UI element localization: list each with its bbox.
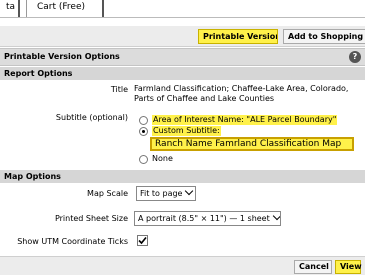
utm-checkbox[interactable] [137,235,148,246]
report-options-label: Report Options [4,69,73,78]
toolbar: Printable Version Add to Shopping C [0,26,365,47]
checkmark-icon [138,236,147,245]
map-options-label: Map Options [4,172,61,181]
chevron-down-icon [272,212,280,221]
map-options-header: Map Options [0,170,365,183]
help-icon[interactable]: ? [349,51,361,63]
tab-cart[interactable]: Cart (Free) [26,0,104,17]
subtitle-aoi-radio[interactable] [139,116,148,125]
map-scale-value: Fit to page [140,189,183,198]
map-scale-label: Map Scale [87,189,128,198]
dialog-title: Printable Version Options [4,52,120,61]
chevron-down-icon [185,187,194,196]
title-value: Farmland Classification; Chaffee-Lake Ar… [134,84,349,103]
add-to-shopping-cart-button[interactable]: Add to Shopping C [283,29,365,44]
subtitle-custom-label: Custom Subtitle: [152,126,221,136]
sheet-size-value: A portrait (8.5" × 11") — 1 sheet [138,214,270,223]
title-label: Title [110,85,128,94]
view-button[interactable]: View [335,260,362,274]
utm-label: Show UTM Coordinate Ticks [17,237,128,246]
dialog-footer: Cancel View [0,256,365,275]
custom-subtitle-input[interactable]: Ranch Name Famrland Classification Map [150,137,354,151]
subtitle-none-radio[interactable] [139,155,148,164]
subtitle-aoi-label: Area of Interest Name: "ALE Parcel Bound… [152,115,338,125]
sheet-size-select[interactable]: A portrait (8.5" × 11") — 1 sheet [134,211,281,226]
sheet-size-label: Printed Sheet Size [54,214,128,223]
tab-data[interactable]: ta [0,0,20,17]
map-scale-select[interactable]: Fit to page [136,186,196,201]
report-options-header: Report Options [0,67,365,80]
cancel-button[interactable]: Cancel [294,260,332,274]
dialog-title-bar: Printable Version Options ? [0,48,365,66]
tab-strip [0,17,365,26]
subtitle-label: Subtitle (optional) [55,113,128,122]
printable-version-button[interactable]: Printable Version [198,29,278,44]
subtitle-custom-radio[interactable] [139,127,148,136]
subtitle-none-label: None [152,154,173,163]
